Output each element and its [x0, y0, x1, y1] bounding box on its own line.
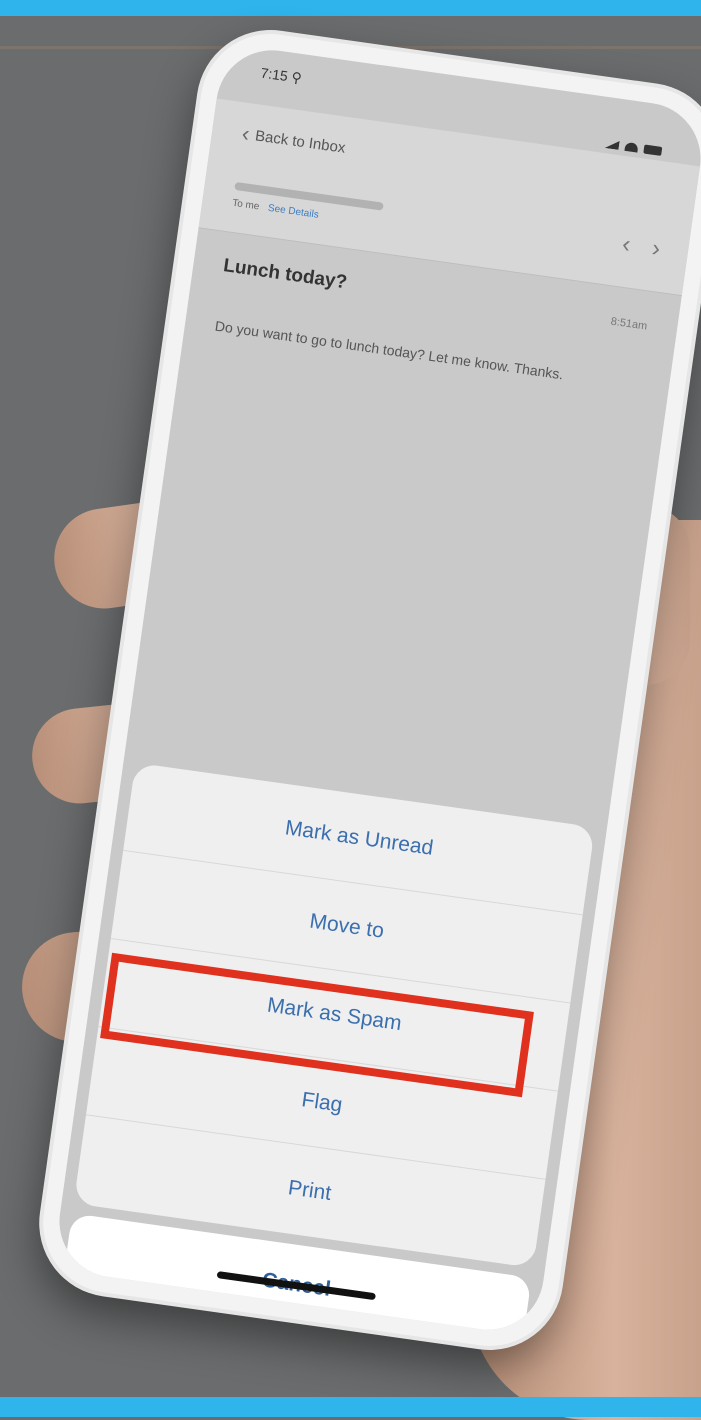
- wifi-icon: [624, 141, 639, 153]
- email-subject: Lunch today?: [222, 255, 349, 294]
- back-label: Back to Inbox: [254, 126, 347, 157]
- top-frame-bar: [0, 0, 701, 16]
- status-time: 7:15 ⚲: [259, 64, 303, 87]
- back-to-inbox-button[interactable]: ‹ Back to Inbox: [240, 120, 347, 159]
- bottom-frame-bar: [0, 1397, 701, 1417]
- previous-email-icon[interactable]: ‹: [620, 231, 633, 260]
- email-body: Do you want to go to lunch today? Let me…: [214, 317, 565, 383]
- recipient-line: To me See Details: [232, 198, 320, 221]
- next-email-icon[interactable]: ›: [650, 235, 662, 264]
- email-time: 8:51am: [609, 315, 649, 333]
- to-prefix: To me: [231, 197, 261, 213]
- signal-icon: [605, 139, 620, 150]
- chevron-left-icon: ‹: [240, 120, 252, 147]
- see-details-link[interactable]: See Details: [267, 203, 319, 221]
- battery-icon: [643, 144, 663, 156]
